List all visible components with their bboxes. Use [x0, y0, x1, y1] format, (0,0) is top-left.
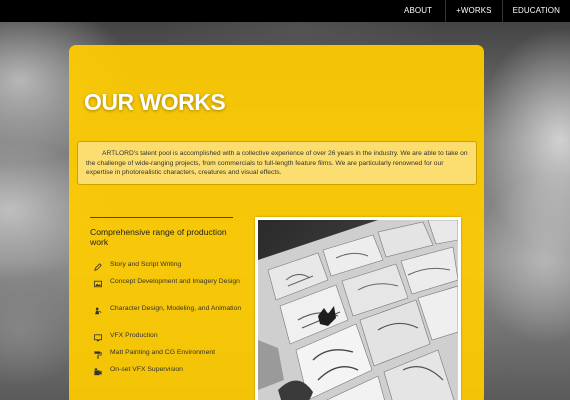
service-character-design[interactable]: Character Design, Modeling, and Animatio… — [92, 305, 242, 332]
service-label: Character Design, Modeling, and Animatio… — [110, 305, 242, 312]
service-label: VFX Production — [110, 332, 158, 339]
storyboard-photo — [255, 217, 461, 400]
services-list: Story and Script Writing Concept Develop… — [92, 261, 242, 383]
intro-paragraph: ARTLORD's talent pool is accomplished wi… — [77, 141, 477, 185]
pencil-icon — [93, 262, 102, 271]
service-label: Matt Painting and CG Environment — [110, 349, 216, 356]
nav-item-works[interactable]: +WORKS — [445, 0, 502, 22]
nav-item-about[interactable]: ABOUT — [392, 0, 445, 22]
service-label: On-set VFX Supervision — [110, 366, 183, 373]
service-label: Concept Development and Imagery Design — [110, 278, 240, 285]
service-vfx-production[interactable]: VFX Production — [92, 332, 242, 349]
service-story-writing[interactable]: Story and Script Writing — [92, 261, 242, 278]
camera-icon — [93, 367, 102, 376]
service-concept-development[interactable]: Concept Development and Imagery Design — [92, 278, 242, 305]
main-nav: ABOUT +WORKS EDUCATION — [392, 0, 570, 22]
image-icon — [93, 279, 102, 288]
page-title: OUR WORKS — [84, 89, 226, 115]
paint-roller-icon — [93, 350, 102, 359]
service-onset-supervision[interactable]: On-set VFX Supervision — [92, 366, 242, 383]
content-panel: OUR WORKS ARTLORD's talent pool is accom… — [69, 45, 484, 400]
nav-item-education[interactable]: EDUCATION — [501, 0, 570, 22]
top-nav-bar: ABOUT +WORKS EDUCATION — [0, 0, 570, 22]
monitor-icon — [93, 333, 102, 342]
service-matte-painting[interactable]: Matt Painting and CG Environment — [92, 349, 242, 366]
character-icon — [93, 306, 102, 315]
service-label: Story and Script Writing — [110, 261, 182, 268]
section-divider — [90, 217, 233, 218]
storyboard-photo-graphic — [258, 220, 458, 400]
section-title: Comprehensive range of production work — [90, 227, 227, 248]
